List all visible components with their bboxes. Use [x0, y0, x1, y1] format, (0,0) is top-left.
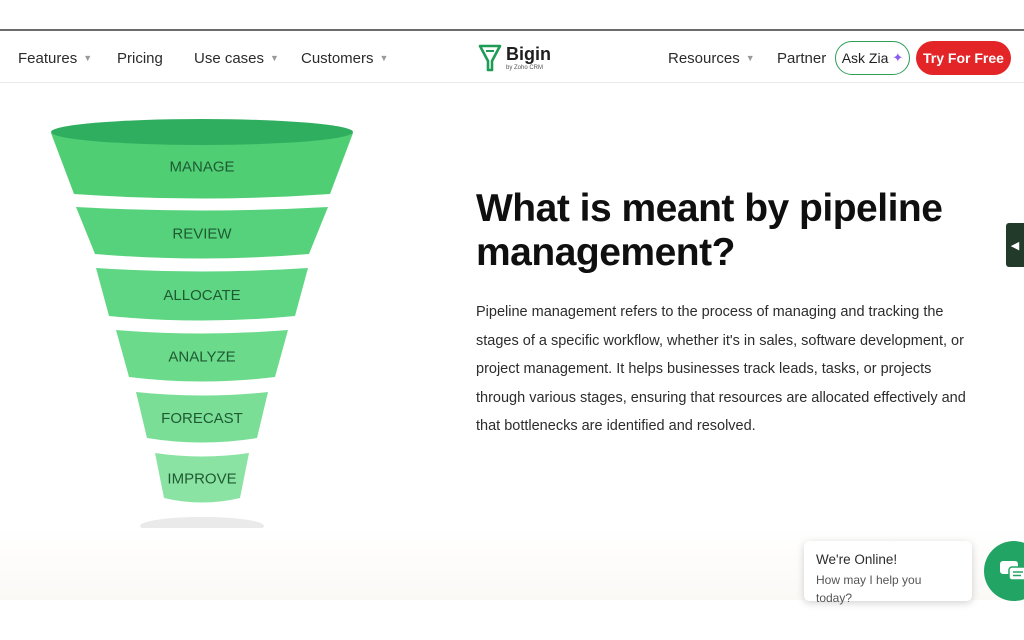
nav-pricing-label: Pricing: [117, 49, 163, 67]
nav-resources-label: Resources: [668, 49, 740, 67]
page-title: What is meant by pipeline management?: [476, 187, 943, 274]
nav-pricing[interactable]: Pricing: [117, 33, 163, 83]
try-for-free-button[interactable]: Try For Free: [916, 41, 1011, 75]
nav-partner-label: Partner: [777, 49, 827, 67]
funnel-stage-label: ANALYZE: [168, 349, 235, 366]
browser-top-strip: [0, 0, 1024, 31]
funnel-stage-label: FORECAST: [161, 410, 243, 427]
nav-use-cases-label: Use cases: [194, 49, 265, 67]
nav-features[interactable]: Features ▼: [18, 33, 92, 83]
funnel-svg: MANAGE REVIEW ALLOCATE ANALYZE FORECAST IMPRO…: [51, 119, 353, 535]
chevron-down-icon: ▼: [83, 53, 93, 63]
nav-features-label: Features: [18, 49, 78, 67]
ask-zia-button[interactable]: Ask Zia ✦: [835, 41, 910, 75]
funnel-stage-label: MANAGE: [169, 159, 234, 176]
chat-title: We're Online!: [816, 552, 898, 567]
nav-customers-label: Customers: [301, 49, 374, 67]
chat-greeting-bubble[interactable]: We're Online! How may I help you today?: [804, 541, 972, 605]
bigin-logo[interactable]: Bigin by Zoho CRM: [478, 40, 551, 76]
chevron-left-icon: ◀: [1010, 239, 1020, 252]
try-for-free-label: Try For Free: [923, 50, 1004, 66]
sparkle-icon: ✦: [892, 50, 904, 65]
logo-title: Bigin: [506, 43, 551, 64]
funnel-rim: [51, 119, 353, 145]
ask-zia-label: Ask Zia: [841, 50, 889, 66]
funnel-stage-label: ALLOCATE: [163, 287, 240, 304]
intro-paragraph: Pipeline management refers to the proces…: [476, 304, 966, 434]
bigin-logo-icon: [478, 44, 502, 72]
nav-partner[interactable]: Partner: [777, 33, 826, 83]
pipeline-funnel-graphic: MANAGE REVIEW ALLOCATE ANALYZE FORECAST IMPRO…: [40, 110, 370, 550]
nav-customers[interactable]: Customers ▼: [301, 33, 388, 83]
chevron-down-icon: ▼: [270, 53, 279, 63]
logo-subtitle: by Zoho CRM: [506, 64, 544, 71]
top-navigation: Features ▼ Pricing Use cases ▼ Customers…: [0, 33, 1024, 83]
chevron-down-icon: ▼: [379, 53, 389, 63]
chat-icon: [1000, 561, 1024, 581]
funnel-stage-label: REVIEW: [172, 226, 232, 243]
nav-use-cases[interactable]: Use cases ▼: [194, 33, 279, 83]
side-feedback-tab[interactable]: ◀: [1006, 223, 1024, 267]
chevron-down-icon: ▼: [745, 53, 755, 63]
funnel-stage-label: IMPROVE: [167, 471, 236, 488]
chat-subtitle: How may I help you today?: [816, 573, 922, 605]
nav-resources[interactable]: Resources ▼: [668, 33, 755, 83]
